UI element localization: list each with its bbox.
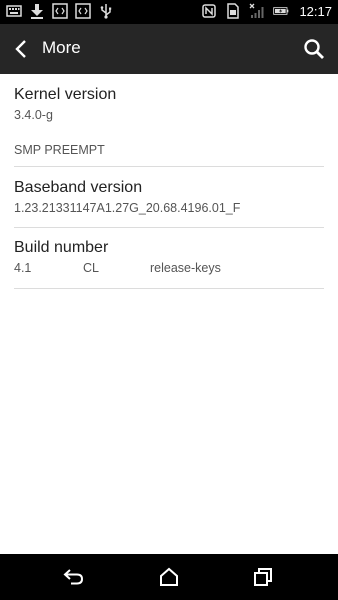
build-number-item[interactable]: Build number 4.1 CL release-keys (14, 228, 324, 289)
chevron-left-icon[interactable] (10, 37, 34, 61)
baseband-version-title: Baseband version (14, 179, 143, 196)
navigation-bar (0, 554, 338, 600)
system-icons: 12:17 (201, 3, 332, 19)
settings-list: Kernel version 3.4.0-g SMP PREEMPT Baseb… (14, 74, 324, 289)
baseband-version-value: 1.23.21331147A1.27G_20.68.4196.01_F (14, 201, 241, 215)
build-changelist: CL (83, 261, 99, 275)
kernel-version-flags: SMP PREEMPT (14, 143, 105, 157)
build-number-value: 4.1 CL release-keys (14, 260, 324, 276)
kernel-version-title: Kernel version (14, 86, 117, 103)
recents-icon[interactable] (251, 566, 275, 588)
keyboard-icon (6, 3, 22, 19)
nfc-icon (201, 3, 217, 19)
sim-icon (225, 3, 241, 19)
usb-icon (98, 3, 114, 19)
action-bar: More (0, 24, 338, 74)
signal-icon (249, 3, 265, 19)
build-number-title: Build number (14, 239, 109, 256)
kernel-version-value: 3.4.0-g (14, 108, 53, 122)
code-icon (75, 3, 91, 19)
kernel-version-item[interactable]: Kernel version 3.4.0-g SMP PREEMPT (14, 74, 324, 167)
baseband-version-item[interactable]: Baseband version 1.23.21331147A1.27G_20.… (14, 167, 324, 228)
code-icon (52, 3, 68, 19)
battery-icon (273, 3, 289, 19)
search-icon[interactable] (302, 37, 326, 61)
home-icon[interactable] (157, 566, 181, 588)
build-keys: release-keys (150, 261, 221, 275)
download-icon (29, 3, 45, 19)
status-bar: 12:17 (0, 0, 338, 24)
notification-icons (6, 3, 114, 19)
back-icon[interactable] (62, 566, 86, 588)
build-version: 4.1 (14, 261, 32, 275)
status-time: 12:17 (299, 3, 332, 19)
page-title: More (42, 38, 81, 57)
